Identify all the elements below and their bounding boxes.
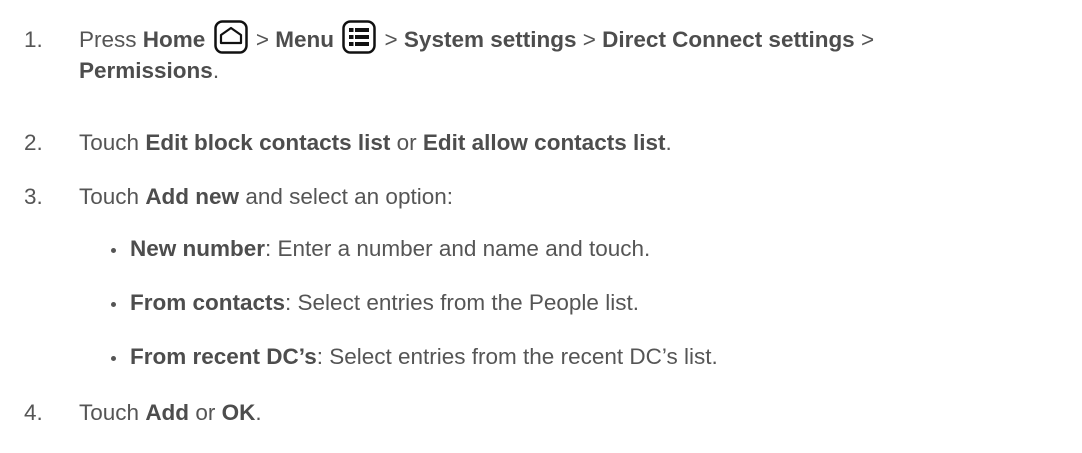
step-number: 2.	[24, 130, 43, 155]
step-3: 3. Touch Add new and select an option:	[0, 182, 453, 212]
step-number: 1.	[24, 27, 43, 52]
option-from-contacts: From contacts: Select entries from the P…	[130, 290, 639, 315]
home-icon	[213, 20, 248, 54]
option-from-recent-dcs: From recent DC’s: Select entries from th…	[130, 344, 718, 369]
step-number: 4.	[24, 400, 43, 425]
option-new-number: New number: Enter a number and name and …	[130, 236, 651, 261]
menu-icon	[342, 20, 376, 54]
step-1: 1. Press Home > Menu > System settings > …	[0, 20, 874, 55]
step-2: 2. Touch Edit block contacts list or Edit…	[0, 128, 672, 158]
bullet	[111, 248, 116, 253]
step-number: 3.	[24, 184, 43, 209]
step-1-continued: Permissions.	[79, 58, 220, 83]
step-4: 4. Touch Add or OK.	[0, 398, 262, 428]
bullet	[111, 302, 116, 307]
bullet	[111, 356, 116, 361]
instruction-document: 1. Press Home > Menu > System settings > …	[0, 0, 1082, 453]
